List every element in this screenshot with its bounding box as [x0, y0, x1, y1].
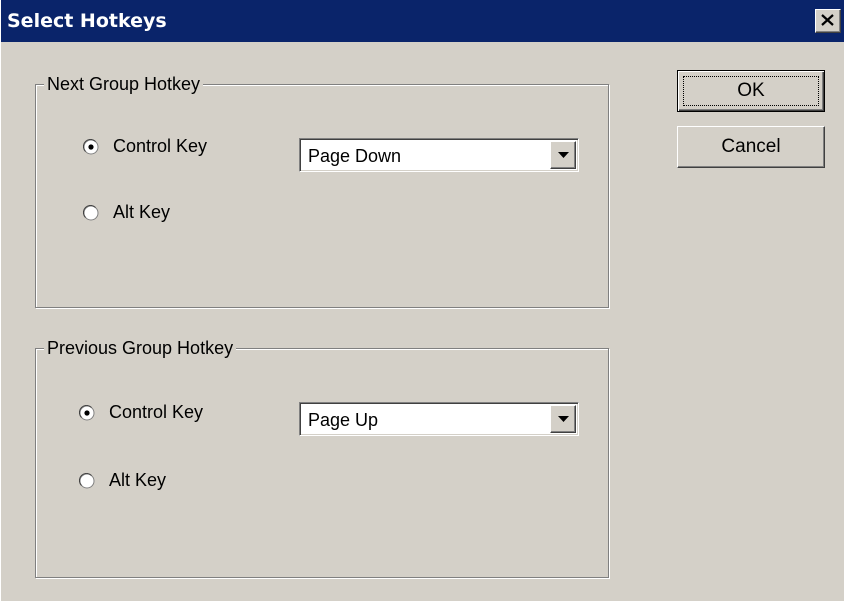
prev-key-select[interactable]: Page Up: [299, 402, 579, 436]
prev-key-dropdown-button[interactable]: [550, 405, 576, 433]
close-button[interactable]: [815, 9, 841, 33]
dialog-window: Select Hotkeys Next Group Hotkey Control…: [0, 0, 844, 601]
prev-alt-key-label: Alt Key: [109, 470, 167, 490]
radio-unchecked-icon: [79, 472, 95, 488]
chevron-down-icon: [558, 152, 569, 158]
next-key-dropdown-button[interactable]: [550, 141, 576, 169]
next-control-key-label: Control Key: [113, 136, 208, 156]
chevron-down-icon: [558, 416, 569, 422]
next-key-select[interactable]: Page Down: [299, 138, 579, 172]
radio-checked-icon: [79, 404, 95, 420]
next-key-select-value: Page Down: [308, 146, 402, 166]
close-icon: [821, 14, 834, 26]
next-control-key-radio[interactable]: Control Key: [83, 136, 207, 157]
next-alt-key-radio[interactable]: Alt Key: [83, 202, 170, 223]
ok-button[interactable]: OK: [677, 70, 825, 112]
next-group-hotkey-label: Next Group Hotkey: [44, 73, 204, 95]
window-title: Select Hotkeys: [7, 10, 167, 32]
previous-group-hotkey-box: Previous Group Hotkey: [35, 337, 609, 578]
radio-checked-icon: [83, 138, 99, 154]
cancel-button-label: Cancel: [721, 136, 781, 157]
prev-control-key-radio[interactable]: Control Key: [79, 402, 203, 423]
title-bar[interactable]: Select Hotkeys: [1, 0, 844, 42]
next-alt-key-label: Alt Key: [113, 202, 171, 222]
prev-alt-key-radio[interactable]: Alt Key: [79, 470, 166, 491]
prev-control-key-label: Control Key: [109, 402, 204, 422]
radio-unchecked-icon: [83, 204, 99, 220]
cancel-button[interactable]: Cancel: [677, 126, 825, 168]
next-group-hotkey-box: Next Group Hotkey: [35, 73, 609, 308]
prev-key-select-value: Page Up: [308, 410, 379, 430]
previous-group-hotkey-label: Previous Group Hotkey: [44, 337, 237, 359]
focus-rectangle: [683, 76, 819, 106]
